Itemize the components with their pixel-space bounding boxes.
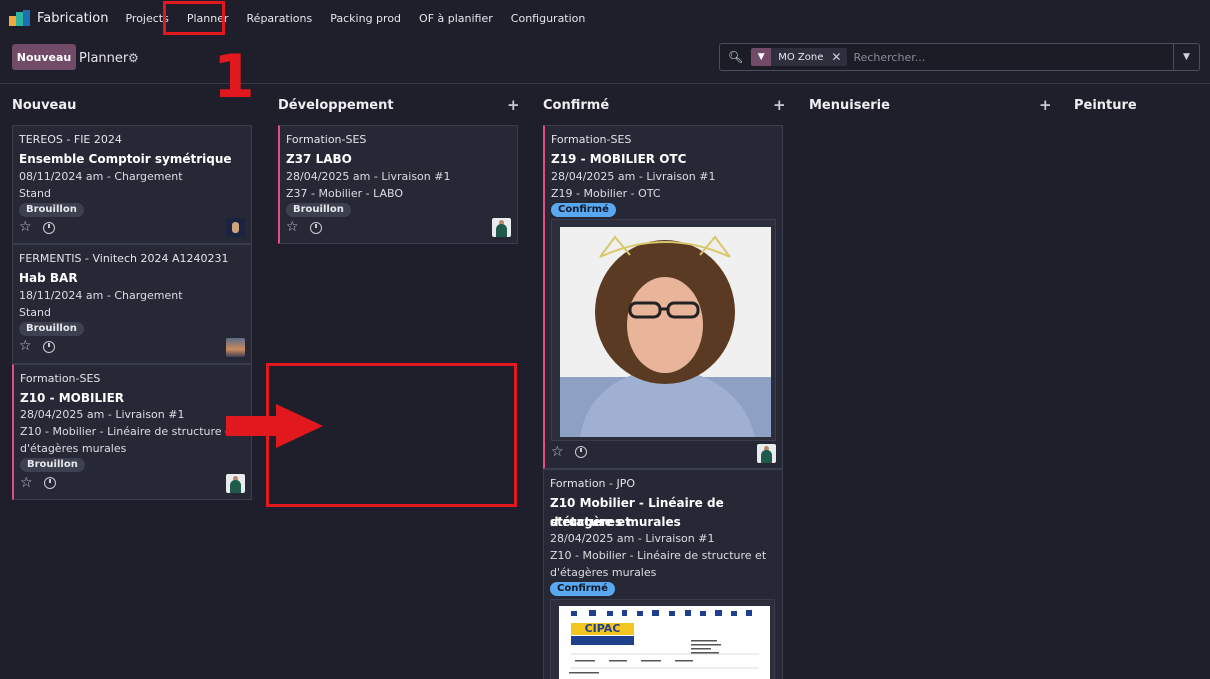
card-description: Z19 - Mobilier - OTC <box>551 187 661 200</box>
search-icon[interactable]: 🔍︎ <box>728 50 743 64</box>
card-partner: FERMENTIS - Vinitech 2024 A1240231 <box>19 252 229 265</box>
status-badge: Confirmé <box>551 203 616 217</box>
card-title: Hab BAR <box>19 271 78 285</box>
card-description: Stand <box>19 306 51 319</box>
status-badge: Brouillon <box>19 322 84 336</box>
arrow-right-icon <box>226 404 323 448</box>
card-description: Z10 - Mobilier - Linéaire de structure e… <box>550 549 767 562</box>
card-partner: TEREOS - FIE 2024 <box>19 133 122 146</box>
status-badge: Brouillon <box>286 203 351 217</box>
cipac-logo: CIPAC <box>584 622 621 635</box>
filter-icon: ▼ <box>751 48 772 66</box>
avatar[interactable] <box>226 474 245 493</box>
card-partner: Formation-SES <box>20 372 101 385</box>
search-facet: ▼ MO Zone ✕ <box>751 48 848 66</box>
facet-label: MO Zone <box>778 51 824 63</box>
kanban-card[interactable]: Formation-SES Z10 - MOBILIER 28/04/2025 … <box>12 364 252 500</box>
card-date: 28/04/2025 am - Livraison #1 <box>551 170 716 183</box>
status-badge: Brouillon <box>19 203 84 217</box>
star-icon[interactable]: ☆ <box>551 444 564 460</box>
clock-icon[interactable] <box>43 222 55 234</box>
app-logo-icon <box>9 10 31 26</box>
status-badge: Confirmé <box>550 582 615 596</box>
kanban-card[interactable]: Formation-SES Z19 - MOBILIER OTC 28/04/2… <box>543 125 783 469</box>
menu-item-of-a-planifier[interactable]: OF à planifier <box>410 0 502 36</box>
star-icon[interactable]: ☆ <box>19 338 32 354</box>
avatar[interactable] <box>492 218 511 237</box>
document-thumbnail: CIPAC <box>559 606 770 679</box>
card-date: 28/04/2025 am - Livraison #1 <box>286 170 451 183</box>
card-date: 18/11/2024 am - Chargement <box>19 289 183 302</box>
status-badge: Brouillon <box>20 458 85 472</box>
card-date: 08/11/2024 am - Chargement <box>19 170 183 183</box>
clock-icon[interactable] <box>310 222 322 234</box>
kanban-card[interactable]: FERMENTIS - Vinitech 2024 A1240231 Hab B… <box>12 244 252 364</box>
clock-icon[interactable] <box>44 477 56 489</box>
menu-item-packing-prod[interactable]: Packing prod <box>321 0 410 36</box>
search-input[interactable] <box>853 50 1173 64</box>
card-cover-image: CIPAC <box>550 599 775 679</box>
kanban-card[interactable]: Formation - JPO Z10 Mobilier - Linéaire … <box>543 469 783 679</box>
menu-item-reparations[interactable]: Réparations <box>238 0 322 36</box>
kanban-card[interactable]: TEREOS - FIE 2024 Ensemble Comptoir symé… <box>12 125 252 244</box>
star-icon[interactable]: ☆ <box>20 475 33 491</box>
card-description: d'étagères murales <box>550 566 657 579</box>
card-date: 28/04/2025 am - Livraison #1 <box>550 532 715 545</box>
card-description: Stand <box>19 187 51 200</box>
card-cover-image <box>551 219 776 441</box>
card-title: Ensemble Comptoir symétrique <box>19 152 232 166</box>
annotation-highlight-planner <box>163 1 225 35</box>
plus-icon[interactable]: + <box>773 96 786 114</box>
card-description: Z37 - Mobilier - LABO <box>286 187 404 200</box>
card-partner: Formation - JPO <box>550 477 636 490</box>
person-photo <box>560 227 771 437</box>
column-title-developpement: Développement <box>278 98 394 113</box>
card-partner: Formation-SES <box>551 133 632 146</box>
kanban-card[interactable]: Formation-SES Z37 LABO 28/04/2025 am - L… <box>278 125 518 244</box>
app-name: Fabrication <box>37 10 109 26</box>
column-title-confirme: Confirmé <box>543 98 610 113</box>
breadcrumb-title: Planner <box>79 51 129 66</box>
avatar[interactable] <box>757 444 776 463</box>
menu-item-configuration[interactable]: Configuration <box>502 0 595 36</box>
plus-icon[interactable]: + <box>507 96 520 114</box>
chevron-down-icon[interactable]: ▼ <box>1174 43 1200 71</box>
card-title: Z19 - MOBILIER OTC <box>551 152 687 166</box>
column-title-peinture: Peinture <box>1074 98 1137 113</box>
avatar[interactable] <box>226 218 245 237</box>
card-partner: Formation-SES <box>286 133 367 146</box>
control-panel: Nouveau Planner ⚙ 🔍︎ ▼ MO Zone ✕ ▼ <box>0 36 1210 84</box>
clock-icon[interactable] <box>43 341 55 353</box>
plus-icon[interactable]: + <box>1039 96 1052 114</box>
gear-icon[interactable]: ⚙ <box>128 51 139 65</box>
app-brand[interactable]: Fabrication <box>9 10 108 26</box>
column-title-menuiserie: Menuiserie <box>809 98 890 113</box>
search-bar: 🔍︎ ▼ MO Zone ✕ <box>719 43 1174 71</box>
avatar[interactable] <box>226 338 245 357</box>
card-title: Z37 LABO <box>286 152 352 166</box>
close-icon[interactable]: ✕ <box>831 50 847 64</box>
card-description: d'étagères murales <box>20 442 127 455</box>
card-description: Z10 - Mobilier - Linéaire de structure e… <box>20 425 237 438</box>
new-button[interactable]: Nouveau <box>12 44 76 70</box>
column-title-nouveau: Nouveau <box>12 98 77 113</box>
annotation-step-number: 1 <box>213 42 255 112</box>
star-icon[interactable]: ☆ <box>286 219 299 235</box>
card-date: 28/04/2025 am - Livraison #1 <box>20 408 185 421</box>
star-icon[interactable]: ☆ <box>19 219 32 235</box>
clock-icon[interactable] <box>575 446 587 458</box>
